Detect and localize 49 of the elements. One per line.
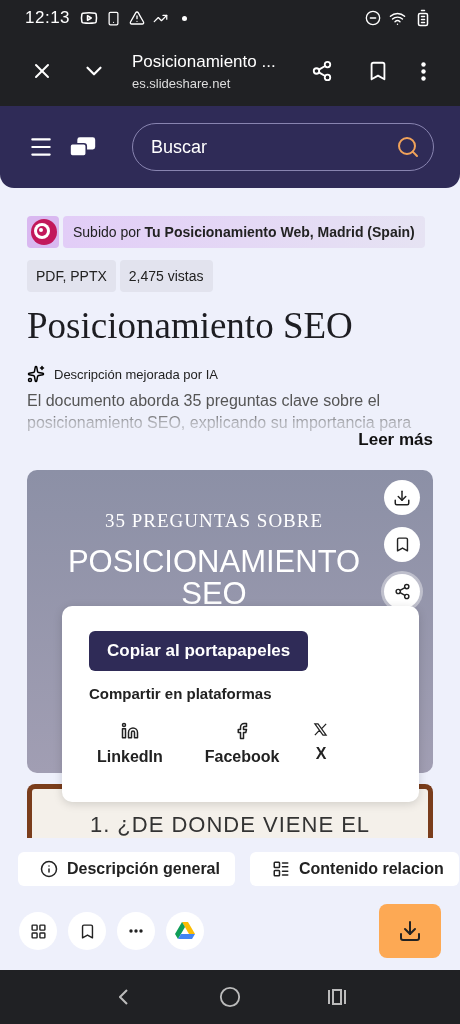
share-option[interactable]: LinkedIn: [89, 722, 171, 766]
recents-icon: [326, 988, 347, 1006]
slide-title: POSICIONAMIENTO SEO: [66, 546, 362, 610]
document-tag: 2,475 vistas: [119, 260, 213, 292]
description-text: El documento aborda 35 preguntas clave sobre el posicionamiento SEO, explicando su importancia para: [27, 391, 413, 433]
drive-button[interactable]: [166, 912, 204, 950]
download-icon: [393, 488, 411, 507]
section-tab[interactable]: Descripción general: [18, 852, 235, 886]
document-title: Posicionamiento SEO: [27, 304, 354, 347]
share-label: Compartir en plataformas: [89, 685, 273, 702]
section-tab[interactable]: Contenido relacion: [249, 852, 459, 886]
status-time: 12:13: [25, 8, 71, 28]
uploader-label: Subido por Tu Posicionamiento Web, Madrid (Spain): [63, 216, 425, 248]
page-title: Posicionamiento ...: [132, 51, 277, 72]
video-app-icon: [80, 9, 99, 27]
document-tag: PDF, PPTX: [27, 260, 116, 292]
bookmark-button[interactable]: [68, 912, 106, 950]
slide-title: 1. ¿DE DONDE VIENE EL: [89, 812, 371, 838]
ai-label: Descripción mejorada por IA: [54, 366, 219, 382]
warning-icon: [129, 10, 146, 26]
notification-dot: [182, 15, 188, 21]
share-icon: [393, 583, 411, 600]
sparkle-icon: [27, 365, 45, 383]
read-more-link[interactable]: Leer más: [358, 430, 433, 450]
search-icon: [396, 135, 420, 159]
avatar-icon: [27, 216, 59, 248]
grid-icon: [29, 922, 47, 940]
page-url: es.slideshare.net: [132, 75, 232, 91]
site-logo-icon: [70, 135, 96, 159]
grid-button[interactable]: [19, 912, 57, 950]
phone-icon: [106, 10, 122, 26]
list-icon: [271, 860, 290, 878]
home-icon: [219, 986, 241, 1008]
download-icon: [398, 919, 422, 943]
info-icon: [40, 860, 58, 878]
drive-icon: [175, 922, 195, 940]
back-icon: [118, 989, 128, 1005]
x-logo-icon: [313, 722, 329, 737]
slide-kicker: 35 PREGUNTAS SOBRE: [104, 510, 324, 532]
more-icon: [129, 929, 143, 933]
copy-button[interactable]: Copiar al portapapeles: [89, 631, 309, 671]
linkedin-icon: [120, 722, 139, 740]
do-not-disturb-icon: [365, 10, 381, 26]
share-option[interactable]: Facebook: [196, 722, 288, 766]
download-button[interactable]: [379, 904, 441, 958]
search-field[interactable]: Buscar: [132, 123, 434, 171]
share-icon: [311, 60, 333, 82]
more-icon: [420, 61, 426, 81]
share-option[interactable]: X: [305, 722, 337, 766]
